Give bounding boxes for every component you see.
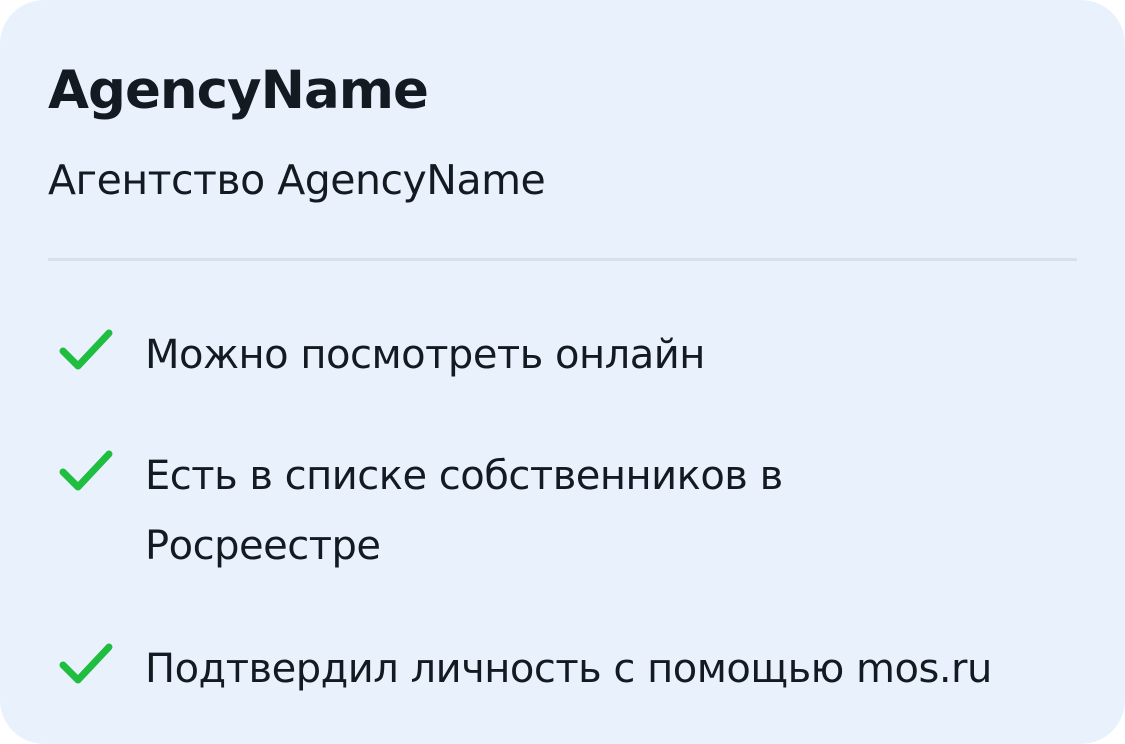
agency-subtitle: Агентство AgencyName [48, 156, 546, 204]
feature-text: Подтвердил личность с помощью mos.ru [145, 646, 992, 692]
agency-card: AgencyName Агентство AgencyName Можно по… [0, 0, 1125, 744]
feature-text: Можно посмотреть онлайн [145, 332, 705, 378]
check-icon [59, 450, 113, 491]
check-icon [59, 329, 113, 370]
feature-text: Есть в списке собственников в Росреестре [145, 453, 783, 569]
agency-name: AgencyName [48, 60, 429, 121]
divider [48, 258, 1077, 261]
check-icon [59, 643, 113, 684]
